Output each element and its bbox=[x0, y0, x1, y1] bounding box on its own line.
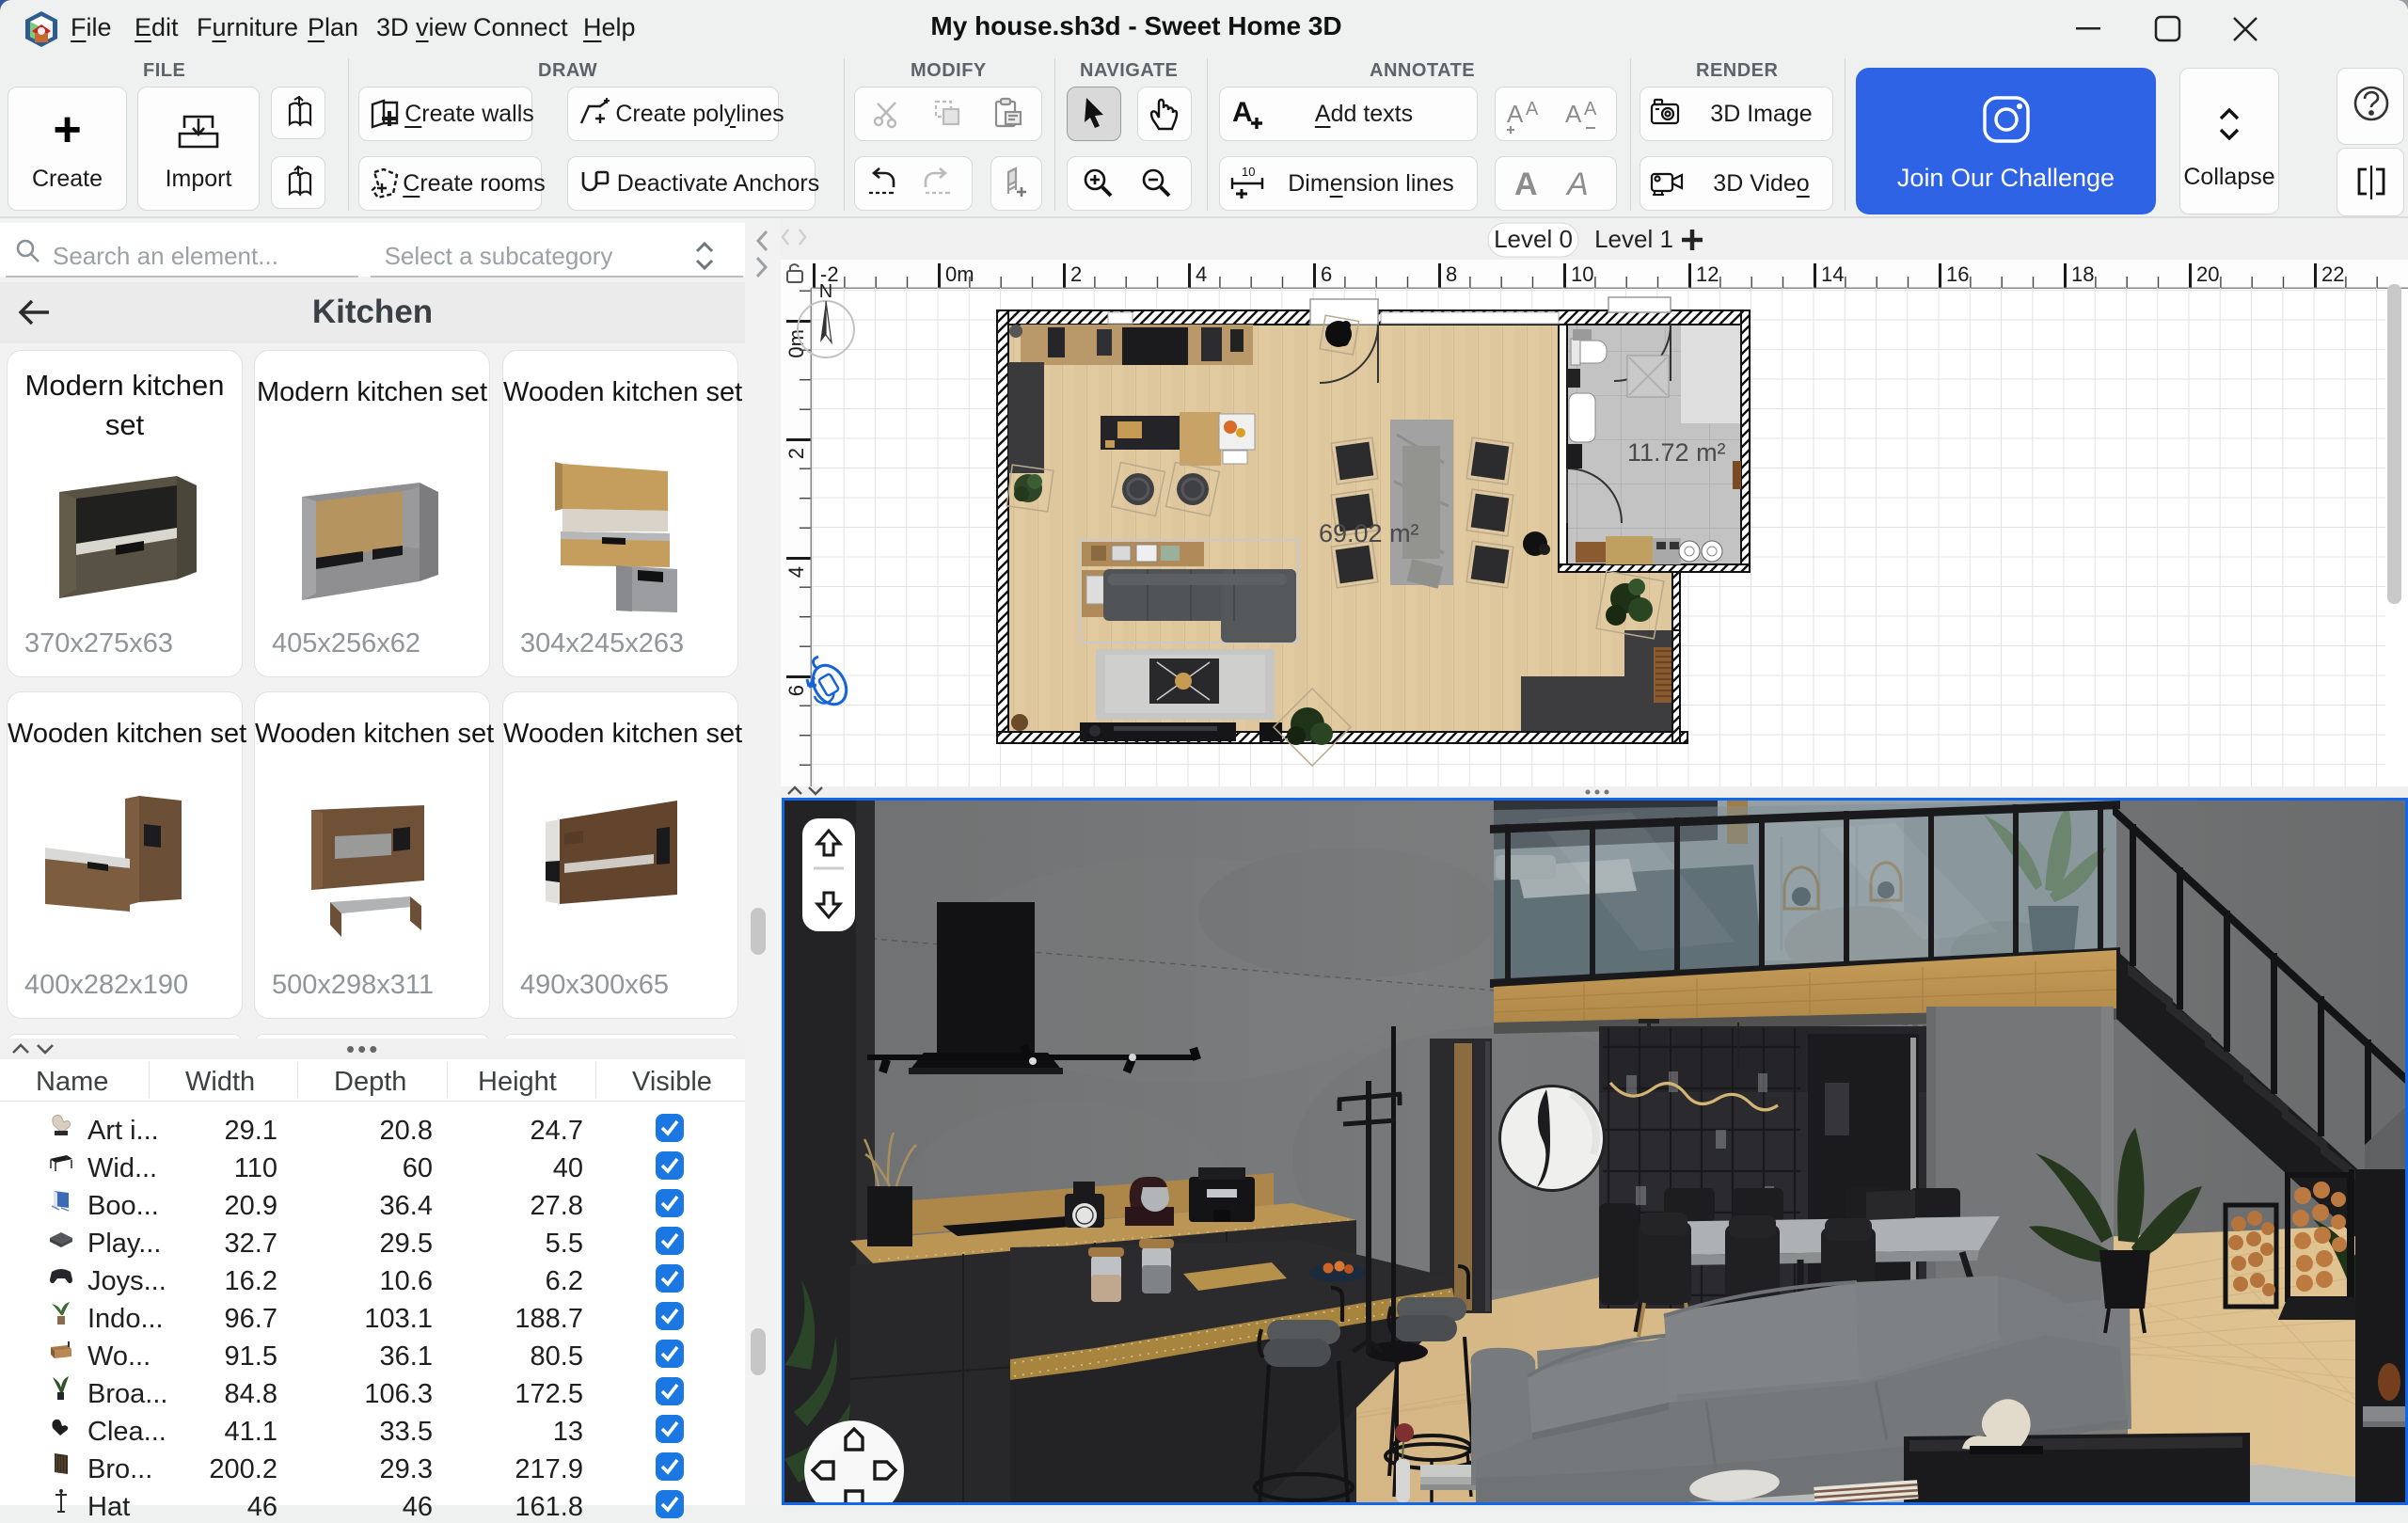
svg-text:N: N bbox=[819, 281, 832, 302]
svg-text:16: 16 bbox=[1946, 262, 1969, 286]
svg-text:20: 20 bbox=[2196, 262, 2219, 286]
svg-text:A: A bbox=[1232, 97, 1253, 128]
svg-text:Level 1: Level 1 bbox=[1594, 225, 1673, 253]
svg-text:A: A bbox=[1514, 167, 1538, 202]
svg-text:4: 4 bbox=[784, 566, 808, 578]
svg-text:2: 2 bbox=[1070, 262, 1082, 286]
svg-text:A: A bbox=[1565, 100, 1582, 128]
svg-text:4: 4 bbox=[1196, 262, 1207, 286]
svg-text:11.72 m²: 11.72 m² bbox=[1627, 438, 1726, 467]
svg-text:18: 18 bbox=[2071, 262, 2094, 286]
svg-text:14: 14 bbox=[1821, 262, 1844, 286]
svg-text:12: 12 bbox=[1696, 262, 1719, 286]
svg-text:Level 0: Level 0 bbox=[1494, 225, 1573, 253]
svg-text:10: 10 bbox=[1242, 165, 1255, 179]
svg-text:69.02 m²: 69.02 m² bbox=[1319, 519, 1419, 547]
svg-text:0m: 0m bbox=[784, 329, 808, 358]
svg-text:10: 10 bbox=[1571, 262, 1593, 286]
svg-text:8: 8 bbox=[1446, 262, 1457, 286]
svg-text:A: A bbox=[1507, 100, 1524, 128]
svg-text:6: 6 bbox=[1321, 262, 1332, 286]
svg-text:6: 6 bbox=[784, 685, 808, 696]
svg-text:A: A bbox=[1526, 99, 1539, 119]
svg-text:2: 2 bbox=[784, 448, 808, 459]
svg-text:A: A bbox=[1565, 167, 1589, 202]
svg-text:22: 22 bbox=[2321, 262, 2344, 286]
svg-text:A: A bbox=[1584, 99, 1597, 119]
